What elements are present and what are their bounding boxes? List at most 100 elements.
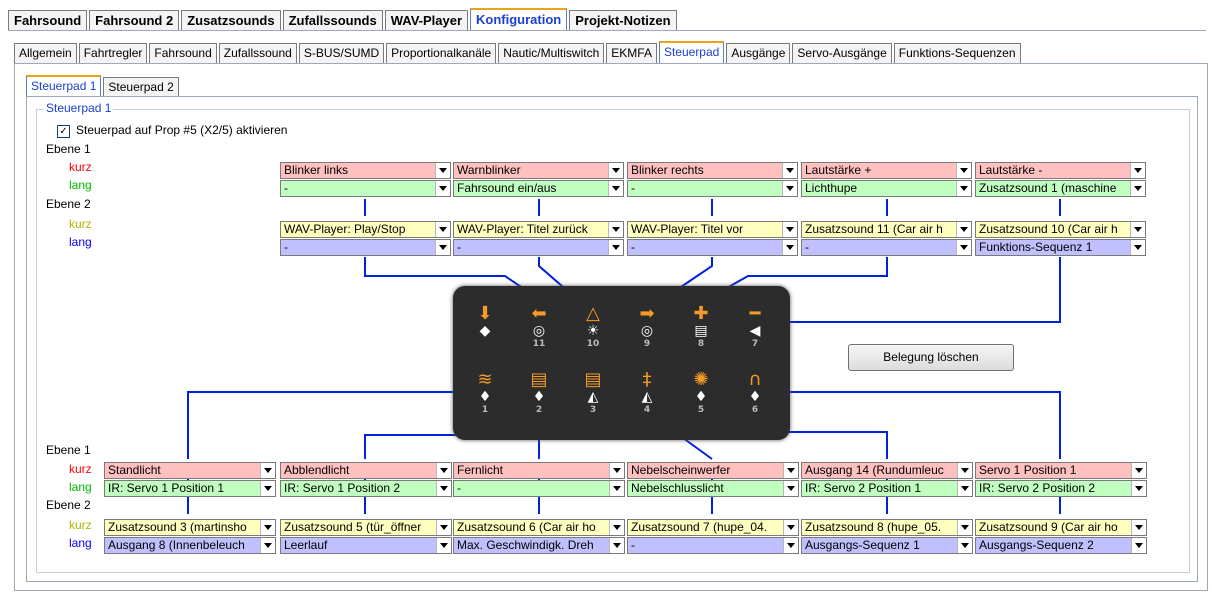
chevron-down-icon[interactable]	[609, 520, 624, 535]
chevron-down-icon[interactable]	[435, 222, 450, 237]
chevron-down-icon[interactable]	[1130, 240, 1145, 255]
top-e1-lang-combo-1[interactable]: -	[280, 180, 451, 197]
bottom-e2-lang-combo-1[interactable]: Ausgang 8 (Innenbeleuch	[104, 537, 276, 554]
bottom-e1-lang-combo-6[interactable]: IR: Servo 2 Position 2	[975, 480, 1147, 497]
low-beam-icon[interactable]: ▤ ♦ 2	[519, 370, 559, 416]
chevron-down-icon[interactable]	[609, 538, 624, 553]
chevron-down-icon[interactable]	[1131, 538, 1146, 553]
bottom-e2-lang-combo-4[interactable]: -	[627, 537, 799, 554]
chevron-down-icon[interactable]	[260, 463, 275, 478]
top-e1-lang-combo-3[interactable]: -	[627, 180, 798, 197]
chevron-down-icon[interactable]	[957, 520, 972, 535]
chevron-down-icon[interactable]	[436, 481, 451, 496]
top-e2-lang-combo-1[interactable]: -	[280, 239, 451, 256]
chevron-down-icon[interactable]	[608, 240, 623, 255]
bottom-e1-kurz-combo-4[interactable]: Nebelscheinwerfer	[627, 462, 799, 479]
chevron-down-icon[interactable]	[609, 481, 624, 496]
bottom-e1-kurz-combo-2[interactable]: Abblendlicht	[280, 462, 452, 479]
top-e1-lang-combo-4[interactable]: Lichthupe	[801, 180, 972, 197]
bottom-e2-lang-combo-3[interactable]: Max. Geschwindigk. Dreh	[453, 537, 625, 554]
top-e2-kurz-combo-5[interactable]: Zusatzsound 10 (Car air h	[975, 221, 1146, 238]
clear-assignment-button[interactable]: Belegung löschen	[848, 344, 1014, 371]
chevron-down-icon[interactable]	[783, 463, 798, 478]
minus-icon[interactable]: ━ ◀ 7	[735, 304, 775, 350]
chevron-down-icon[interactable]	[956, 163, 971, 178]
chevron-down-icon[interactable]	[782, 240, 797, 255]
top-e2-lang-combo-2[interactable]: -	[453, 239, 624, 256]
bottom-e2-kurz-combo-5[interactable]: Zusatzsound 8 (hupe_05.	[801, 519, 973, 536]
chevron-down-icon[interactable]	[436, 520, 451, 535]
chevron-down-icon[interactable]	[435, 181, 450, 196]
bottom-e1-kurz-combo-3[interactable]: Fernlicht	[453, 462, 625, 479]
chevron-down-icon[interactable]	[782, 163, 797, 178]
parking-light-icon[interactable]: ≋ ♦ 1	[465, 370, 505, 416]
bottom-e2-kurz-combo-1[interactable]: Zusatzsound 3 (martinsho	[104, 519, 276, 536]
chevron-down-icon[interactable]	[783, 481, 798, 496]
top-e1-kurz-combo-2[interactable]: Warnblinker	[453, 162, 624, 179]
top-e2-kurz-combo-3[interactable]: WAV-Player: Titel vor	[627, 221, 798, 238]
chevron-down-icon[interactable]	[1130, 222, 1145, 237]
top-e2-kurz-combo-4[interactable]: Zusatzsound 11 (Car air h	[801, 221, 972, 238]
high-beam-icon[interactable]: ▤ ◭ 3	[573, 370, 613, 416]
chevron-down-icon[interactable]	[260, 481, 275, 496]
bottom-e2-kurz-combo-3[interactable]: Zusatzsound 6 (Car air ho	[453, 519, 625, 536]
bottom-e1-kurz-combo-6[interactable]: Servo 1 Position 1	[975, 462, 1147, 479]
chevron-down-icon[interactable]	[956, 222, 971, 237]
plus-icon[interactable]: ✚ ▤ 8	[681, 304, 721, 350]
rear-fog-icon[interactable]: ∩ ♦ 6	[735, 370, 775, 416]
top-e2-lang-combo-3[interactable]: -	[627, 239, 798, 256]
bottom-e2-kurz-combo-4[interactable]: Zusatzsound 7 (hupe_04.	[627, 519, 799, 536]
arrow-right-icon[interactable]: ➡ ◎ 9	[627, 304, 667, 350]
layers-down-icon[interactable]: ⬇ ◆	[465, 304, 505, 339]
bottom-e1-lang-combo-3[interactable]: -	[453, 480, 625, 497]
top-e1-kurz-combo-1[interactable]: Blinker links	[280, 162, 451, 179]
chevron-down-icon[interactable]	[1131, 481, 1146, 496]
chevron-down-icon[interactable]	[435, 240, 450, 255]
chevron-down-icon[interactable]	[436, 538, 451, 553]
chevron-down-icon[interactable]	[260, 538, 275, 553]
bottom-e1-kurz-combo-1[interactable]: Standlicht	[104, 462, 276, 479]
chevron-down-icon[interactable]	[436, 463, 451, 478]
chevron-down-icon[interactable]	[1131, 463, 1146, 478]
bottom-e2-lang-combo-2[interactable]: Leerlauf	[280, 537, 452, 554]
chevron-down-icon[interactable]	[956, 240, 971, 255]
fog-light-icon[interactable]: ‡ ◭ 4	[627, 370, 667, 416]
top-e2-lang-combo-4[interactable]: -	[801, 239, 972, 256]
top-e1-kurz-combo-4[interactable]: Lautstärke +	[801, 162, 972, 179]
top-e1-lang-combo-2[interactable]: Fahrsound ein/aus	[453, 180, 624, 197]
top-e1-lang-combo-5[interactable]: Zusatzsound 1 (maschine	[975, 180, 1146, 197]
top-e1-kurz-combo-5[interactable]: Lautstärke -	[975, 162, 1146, 179]
bottom-e1-lang-combo-4[interactable]: Nebelschlusslicht	[627, 480, 799, 497]
top-e2-kurz-combo-1[interactable]: WAV-Player: Play/Stop	[280, 221, 451, 238]
bottom-e1-kurz-combo-5[interactable]: Ausgang 14 (Rundumleuc	[801, 462, 973, 479]
chevron-down-icon[interactable]	[435, 163, 450, 178]
chevron-down-icon[interactable]	[956, 181, 971, 196]
chevron-down-icon[interactable]	[782, 181, 797, 196]
beacon-icon[interactable]: ✺ ♦ 5	[681, 370, 721, 416]
bottom-e2-kurz-combo-2[interactable]: Zusatzsound 5 (tür_öffner	[280, 519, 452, 536]
chevron-down-icon[interactable]	[1131, 520, 1146, 535]
bottom-e1-lang-combo-2[interactable]: IR: Servo 1 Position 2	[280, 480, 452, 497]
arrow-left-icon[interactable]: ⬅ ◎ 11	[519, 304, 559, 350]
chevron-down-icon[interactable]	[782, 222, 797, 237]
chevron-down-icon[interactable]	[609, 463, 624, 478]
chevron-down-icon[interactable]	[1130, 181, 1145, 196]
chevron-down-icon[interactable]	[608, 163, 623, 178]
chevron-down-icon[interactable]	[608, 181, 623, 196]
bottom-e1-lang-combo-1[interactable]: IR: Servo 1 Position 1	[104, 480, 276, 497]
warning-triangle-icon[interactable]: △ ☀ 10	[573, 304, 613, 350]
bottom-e2-kurz-combo-6[interactable]: Zusatzsound 9 (Car air ho	[975, 519, 1147, 536]
chevron-down-icon[interactable]	[783, 538, 798, 553]
bottom-e2-lang-combo-6[interactable]: Ausgangs-Sequenz 2	[975, 537, 1147, 554]
bottom-e1-lang-combo-5[interactable]: IR: Servo 2 Position 1	[801, 480, 973, 497]
chevron-down-icon[interactable]	[957, 463, 972, 478]
chevron-down-icon[interactable]	[957, 538, 972, 553]
top-e2-kurz-combo-2[interactable]: WAV-Player: Titel zurück	[453, 221, 624, 238]
chevron-down-icon[interactable]	[608, 222, 623, 237]
chevron-down-icon[interactable]	[957, 481, 972, 496]
top-e2-lang-combo-5[interactable]: Funktions-Sequenz 1	[975, 239, 1146, 256]
top-e1-kurz-combo-3[interactable]: Blinker rechts	[627, 162, 798, 179]
chevron-down-icon[interactable]	[783, 520, 798, 535]
chevron-down-icon[interactable]	[1130, 163, 1145, 178]
bottom-e2-lang-combo-5[interactable]: Ausgangs-Sequenz 1	[801, 537, 973, 554]
